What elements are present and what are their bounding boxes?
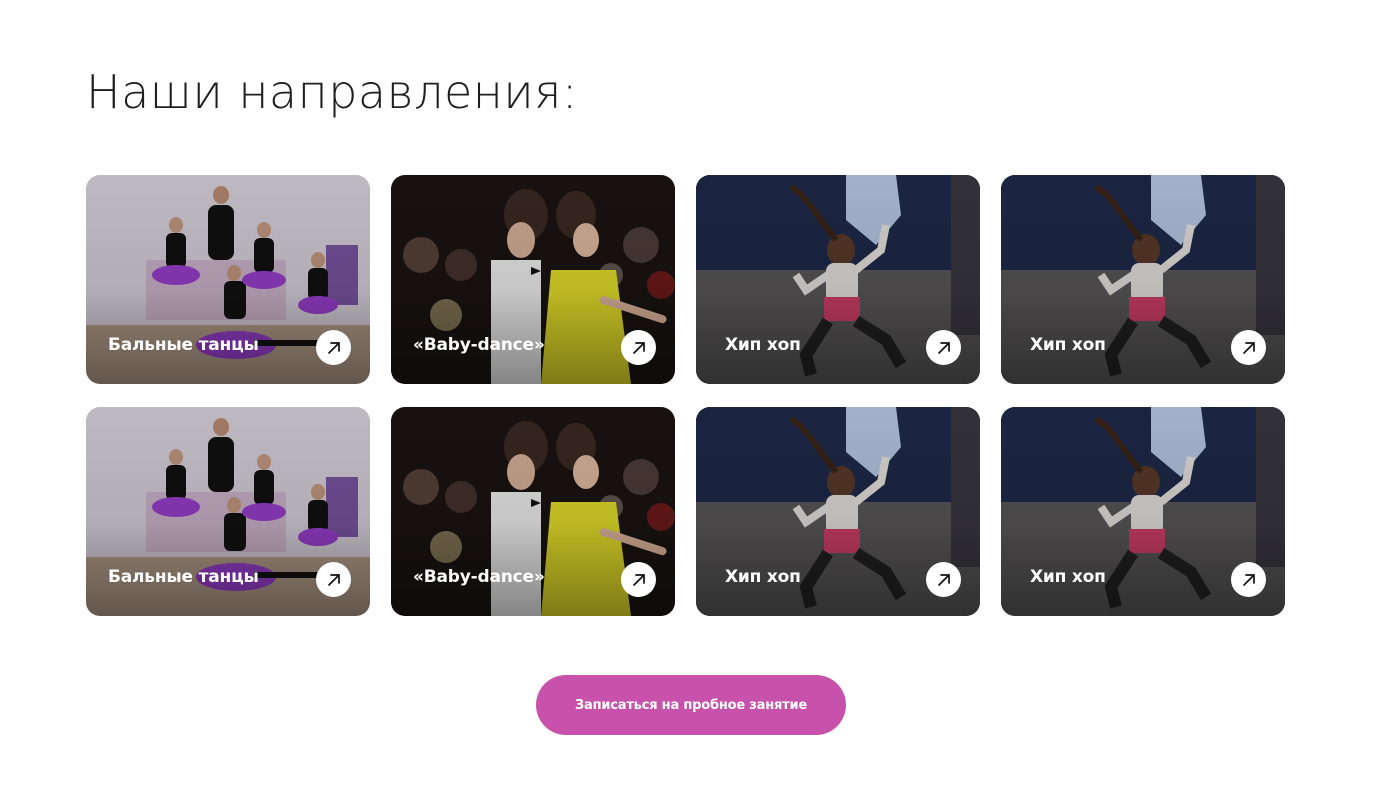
arrow-up-right-icon[interactable] [316, 330, 351, 365]
card-label: Хип хоп [1030, 335, 1106, 355]
direction-card-hip-hop[interactable]: Хип хоп [1001, 407, 1285, 616]
trial-lesson-button[interactable]: Записаться на пробное занятие [536, 675, 846, 735]
direction-card-baby-dance[interactable]: «Baby-dance» [391, 175, 675, 384]
arrow-up-right-icon[interactable] [1231, 562, 1266, 597]
card-label: Бальные танцы [108, 335, 259, 355]
arrow-up-right-icon[interactable] [926, 562, 961, 597]
direction-card-hip-hop[interactable]: Хип хоп [696, 407, 980, 616]
direction-card-ballroom[interactable]: Бальные танцы [86, 175, 370, 384]
direction-card-baby-dance[interactable]: «Baby-dance» [391, 407, 675, 616]
direction-card-ballroom[interactable]: Бальные танцы [86, 407, 370, 616]
arrow-up-right-icon[interactable] [621, 562, 656, 597]
arrow-up-right-icon[interactable] [926, 330, 961, 365]
direction-card-hip-hop[interactable]: Хип хоп [1001, 175, 1285, 384]
arrow-up-right-icon[interactable] [316, 562, 351, 597]
direction-card-hip-hop[interactable]: Хип хоп [696, 175, 980, 384]
arrow-up-right-icon[interactable] [1231, 330, 1266, 365]
card-label: Бальные танцы [108, 567, 259, 587]
card-label: Хип хоп [725, 335, 801, 355]
card-label: «Baby-dance» [413, 335, 545, 355]
card-label: Хип хоп [1030, 567, 1106, 587]
arrow-up-right-icon[interactable] [621, 330, 656, 365]
card-label: Хип хоп [725, 567, 801, 587]
directions-grid: Бальные танцы «Baby-dance» Хип хоп Хип х… [86, 175, 1286, 616]
page-title: Наши направления: [86, 65, 578, 119]
card-label: «Baby-dance» [413, 567, 545, 587]
